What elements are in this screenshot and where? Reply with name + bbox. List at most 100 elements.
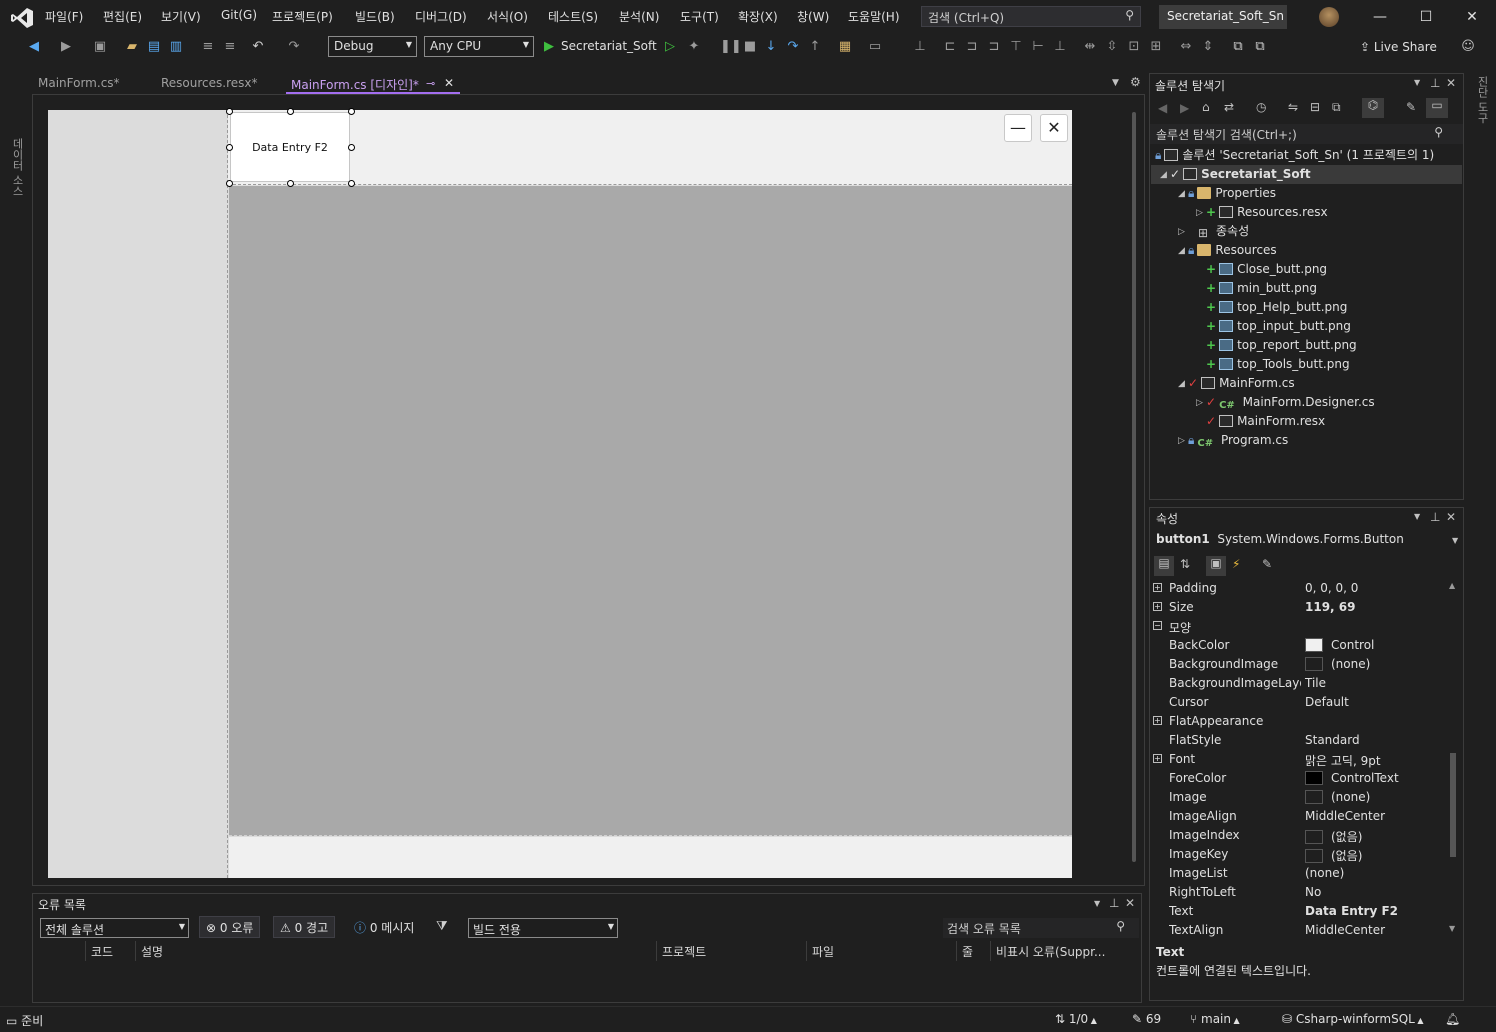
menu-item-12[interactable]: 창(W) (797, 8, 829, 25)
tree-item-program[interactable]: 🔒︎ C# Program.cs (1188, 431, 1288, 450)
close-pane-icon[interactable]: ✕ (1125, 896, 1135, 910)
collapse-all-icon[interactable]: ⊟ (1310, 100, 1320, 114)
open-folder-icon[interactable]: ▰ (124, 39, 140, 55)
pane-menu-icon[interactable]: ▼ (1094, 899, 1100, 908)
menu-item-10[interactable]: 도구(T) (680, 8, 719, 25)
save-icon[interactable]: ▤ (146, 39, 162, 55)
switch-views-icon[interactable]: ⇄ (1224, 100, 1234, 114)
errors-filter-button[interactable]: ⊗ 0 오류 (199, 916, 261, 938)
scrollbar-thumb[interactable] (1132, 112, 1136, 862)
pause-icon[interactable]: ❚❚ (720, 39, 742, 55)
menu-item-11[interactable]: 확장(X) (738, 8, 778, 25)
column-header-line[interactable]: 줄 (962, 943, 973, 960)
start-target-label[interactable]: Secretariat_Soft (561, 39, 657, 53)
line-col-indicator[interactable]: ⇅ 1/0 ▲ (1055, 1012, 1097, 1026)
close-pane-icon[interactable]: ✕ (1446, 510, 1456, 524)
platform-dropdown[interactable]: Any CPU ▼ (424, 36, 534, 57)
tree-item-mainform-designer[interactable]: ✓ C# MainForm.Designer.cs (1206, 393, 1375, 412)
hot-reload-icon[interactable]: ✦ (686, 39, 702, 55)
repository-indicator[interactable]: ⛁ Csharp-winformSQL ▲ (1282, 1012, 1424, 1026)
menu-item-1[interactable]: 편집(E) (103, 8, 142, 25)
view-designer-icon[interactable]: ▭ (1426, 98, 1448, 118)
resize-handle[interactable] (348, 108, 355, 115)
messages-filter-button[interactable]: ⓘ 0 메시지 (347, 916, 421, 938)
warnings-filter-button[interactable]: ⚠ 0 경고 (273, 916, 336, 938)
properties-object-selector[interactable]: button1 System.Windows.Forms.Button (1156, 532, 1404, 546)
column-header-code[interactable]: 코드 (91, 943, 113, 960)
make-same-size-icon[interactable]: ⊡ (1126, 39, 1142, 55)
pin-icon[interactable]: ⊥ (1430, 76, 1440, 90)
property-value[interactable]: 119, 69 (1305, 600, 1355, 614)
property-row[interactable]: + Font 맑은 고딕, 9pt (1151, 750, 1447, 769)
new-project-icon[interactable]: ▣ (92, 39, 108, 55)
tab-mainform-code[interactable]: MainForm.cs* (38, 76, 120, 90)
expand-plus-icon[interactable]: + (1153, 716, 1162, 725)
property-row[interactable]: BackgroundImageLayout Tile (1151, 674, 1447, 693)
close-window-button[interactable]: ✕ (1461, 6, 1483, 28)
browse-icon[interactable]: ▦ (837, 39, 853, 55)
menu-item-5[interactable]: 빌드(B) (355, 8, 395, 25)
resize-handle[interactable] (287, 108, 294, 115)
form-bottom-panel[interactable] (229, 837, 1072, 878)
properties-scrollbar[interactable]: ▲ ▼ (1448, 581, 1460, 937)
expand-arrow-icon[interactable]: ◢ (1160, 170, 1167, 180)
start-without-debug-icon[interactable]: ▷ (662, 39, 678, 55)
data-sources-tab[interactable]: 데이터 소스 (9, 138, 25, 197)
bring-to-front-icon[interactable]: ⧉ (1230, 39, 1246, 55)
property-row[interactable]: ImageIndex (없음) (1151, 826, 1447, 845)
form-minimize-button[interactable]: — (1004, 114, 1032, 142)
settings-gear-icon[interactable]: ⚙ (1130, 75, 1141, 89)
pending-changes-icon[interactable]: ◷ (1256, 100, 1266, 114)
tree-item-resources-folder[interactable]: 🔒︎ Resources (1188, 241, 1277, 260)
column-header-project[interactable]: 프로젝트 (662, 943, 706, 960)
start-debug-icon[interactable]: ▶ (541, 39, 557, 55)
resize-handle[interactable] (348, 144, 355, 151)
step-out-icon[interactable]: ↑ (807, 39, 823, 55)
property-value[interactable]: (none) (1305, 790, 1370, 804)
categorized-view-icon[interactable]: ▤ (1154, 556, 1174, 576)
solution-node[interactable]: 🔒︎ 솔루션 'Secretariat_Soft_Sn' (1 프로젝트의 1) (1155, 146, 1434, 165)
diagnostic-tools-tab[interactable]: 진단 도구 (1474, 76, 1490, 124)
configuration-dropdown[interactable]: Debug ▼ (328, 36, 417, 57)
git-branch-indicator[interactable]: ⑂ main ▲ (1190, 1012, 1240, 1026)
resize-handle[interactable] (348, 180, 355, 187)
properties-wrench-icon[interactable]: ✎ (1406, 100, 1416, 114)
pane-menu-icon[interactable]: ▼ (1414, 78, 1420, 87)
properties-view-icon[interactable]: ▣ (1206, 556, 1226, 576)
align-middle-icon[interactable]: ⊢ (1030, 39, 1046, 55)
expand-plus-icon[interactable]: + (1153, 754, 1162, 763)
property-value[interactable]: (none) (1305, 866, 1344, 880)
menu-item-2[interactable]: 보기(V) (161, 8, 201, 25)
tree-item-top-input-butt[interactable]: + top_input_butt.png (1206, 317, 1351, 336)
project-node[interactable]: ✓ Secretariat_Soft (1170, 165, 1311, 184)
pin-icon[interactable]: ⊥ (1109, 896, 1119, 910)
tree-item-properties[interactable]: 🔒︎ Properties (1188, 184, 1276, 203)
build-filter-dropdown[interactable]: 빌드 전용 ▼ (468, 918, 618, 938)
resize-handle[interactable] (287, 180, 294, 187)
feedback-icon[interactable]: ☺ (1460, 39, 1476, 55)
align-top-icon[interactable]: ⊤ (1008, 39, 1024, 55)
comment-icon[interactable]: ≡ (200, 39, 216, 55)
property-value[interactable]: Tile (1305, 676, 1326, 690)
tree-item-dependencies[interactable]: ⊞ 종속성 (1198, 222, 1249, 241)
property-value[interactable]: (none) (1305, 657, 1370, 671)
step-over-icon[interactable]: ↷ (785, 39, 801, 55)
property-value[interactable]: Control (1305, 638, 1374, 652)
property-value[interactable]: 맑은 고딕, 9pt (1305, 752, 1381, 769)
vertical-spacing-icon[interactable]: ⇕ (1200, 39, 1216, 55)
menu-item-13[interactable]: 도움말(H) (848, 8, 900, 25)
resize-handle[interactable] (226, 144, 233, 151)
menu-item-6[interactable]: 디버그(D) (415, 8, 467, 25)
align-center-icon[interactable]: ⊐ (964, 39, 980, 55)
expand-plus-icon[interactable]: + (1153, 602, 1162, 611)
property-value[interactable]: Standard (1305, 733, 1360, 747)
align-bottom-icon[interactable]: ⊥ (1052, 39, 1068, 55)
resize-handle[interactable] (226, 108, 233, 115)
menu-item-8[interactable]: 테스트(S) (548, 8, 598, 25)
chevron-down-icon[interactable]: ▼ (1452, 536, 1458, 545)
filter-icon[interactable]: ⧩ (436, 919, 448, 934)
horizontal-spacing-icon[interactable]: ⇔ (1178, 39, 1194, 55)
tree-item-resources-resx[interactable]: + Resources.resx (1206, 203, 1328, 222)
collapse-arrow-icon[interactable]: ▷ (1196, 208, 1203, 218)
tree-item-top-tools-butt[interactable]: + top_Tools_butt.png (1206, 355, 1350, 374)
